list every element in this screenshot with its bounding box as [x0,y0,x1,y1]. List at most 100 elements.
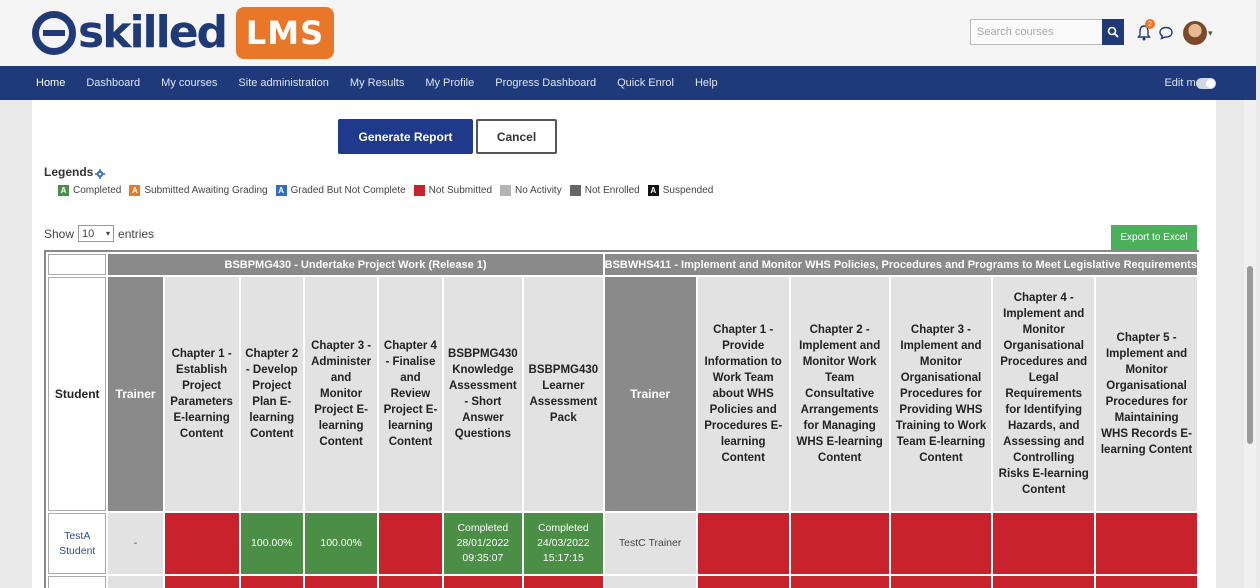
status-cell[interactable] [697,576,789,588]
nav-site-administration[interactable]: Site administration [238,77,329,89]
trainer-column-header[interactable]: Trainer [604,277,696,511]
report-table: BSBPMG430 - Undertake Project Work (Rele… [46,252,1199,588]
status-cell-not-submitted[interactable] [790,513,889,574]
chevron-down-icon: ▾ [106,229,111,238]
eskilled-logo[interactable]: skilled LMS [32,6,335,60]
legend-item: Not Submitted [413,185,493,196]
report-table-wrapper[interactable]: BSBPMG430 - Undertake Project Work (Rele… [44,250,1199,588]
generate-report-button[interactable]: Generate Report [338,119,473,154]
status-cell-completed[interactable]: 100.00% [304,513,378,574]
trainer-cell [604,576,696,588]
nav-dashboard[interactable]: Dashboard [86,77,140,89]
student-column-header[interactable]: Student [48,277,107,511]
course-header-row: BSBPMG430 - Undertake Project Work (Rele… [48,254,1197,275]
course-header-bsbwhs411: BSBWHS411 - Implement and Monitor WHS Po… [604,254,1197,275]
column-header-row: Student Trainer Chapter 1 - Establish Pr… [48,277,1197,511]
main-navbar: Home Dashboard My courses Site administr… [0,66,1256,100]
entries-select[interactable]: 10 ▾ [78,225,115,242]
legend-label: Submitted Awaiting Grading [144,185,268,196]
status-cell-not-submitted[interactable] [890,513,992,574]
status-cell-not-submitted[interactable] [993,513,1095,574]
status-cell-not-submitted[interactable] [697,513,789,574]
column-header[interactable]: Chapter 3 - Implement and Monitor Organi… [890,277,992,511]
legend-swatch: A [129,185,141,196]
edit-mode-toggle[interactable] [1196,78,1216,89]
logo-text: skilled [78,7,228,58]
legend-label: Not Enrolled [584,185,640,196]
status-cell-not-submitted[interactable] [379,513,442,574]
chevron-down-icon[interactable]: ▾ [1208,28,1213,39]
legend-item: A Submitted Awaiting Grading [129,185,268,196]
legend-item: A Graded But Not Complete [275,185,406,196]
trainer-column-header[interactable]: Trainer [108,277,163,511]
legend-swatch [569,185,581,196]
status-cell[interactable] [890,576,992,588]
column-header[interactable]: Chapter 4 - Implement and Monitor Organi… [993,277,1095,511]
status-cell[interactable] [1096,576,1197,588]
status-cell[interactable] [304,576,378,588]
column-header[interactable]: Chapter 3 - Administer and Monitor Proje… [304,277,378,511]
blank-header-cell [48,254,107,275]
status-cell[interactable] [164,576,239,588]
legend-item: A Suspended [647,185,714,196]
status-cell-completed[interactable]: Completed 28/01/2022 09:35:07 [443,513,523,574]
legend-swatch: A [647,185,659,196]
legend-swatch [413,185,425,196]
status-cell[interactable] [790,576,889,588]
column-header[interactable]: Chapter 2 - Develop Project Plan E-learn… [240,277,303,511]
nav-quick-enrol[interactable]: Quick Enrol [617,77,674,89]
user-avatar[interactable] [1183,21,1207,45]
legends-title: Legends [44,165,94,179]
status-cell[interactable] [240,576,303,588]
notification-badge: 2 [1145,19,1155,29]
column-header[interactable]: Chapter 2 - Implement and Monitor Work T… [790,277,889,511]
legend-label: Suspended [662,185,714,196]
chat-icon[interactable] [1158,25,1174,41]
top-header: skilled LMS Search courses 2 ▾ [0,0,1256,66]
status-cell[interactable] [524,576,603,588]
nav-my-results[interactable]: My Results [350,77,404,89]
entries-value: 10 [82,227,95,240]
status-cell-not-submitted[interactable] [164,513,239,574]
legend-label: Completed [73,185,122,196]
legend-item: No Activity [500,185,562,196]
status-cell-completed[interactable]: 100.00% [240,513,303,574]
status-cell-completed[interactable]: Completed 24/03/2022 15:17:15 [524,513,603,574]
column-header[interactable]: Chapter 4 - Finalise and Review Project … [379,277,442,511]
nav-home[interactable]: Home [36,77,65,89]
trainer-cell: TestC Trainer [604,513,696,574]
export-excel-button[interactable]: Export to Excel [1111,225,1197,250]
table-row [48,576,1197,588]
search-input[interactable]: Search courses [970,19,1102,45]
nav-progress-dashboard[interactable]: Progress Dashboard [495,77,596,89]
trainer-cell [108,576,163,588]
column-header[interactable]: Chapter 5 - Implement and Monitor Organi… [1096,277,1197,511]
student-name-cell[interactable]: TestA Student [48,513,107,574]
gear-icon[interactable] [95,169,105,179]
nav-my-courses[interactable]: My courses [161,77,217,89]
logo-lms-badge: LMS [236,7,335,59]
student-name-cell[interactable] [48,576,107,588]
nav-help[interactable]: Help [695,77,718,89]
legend-swatch: A [58,185,69,196]
show-label: Show [44,226,75,241]
page-scrollbar-thumb[interactable] [1247,266,1253,444]
status-cell-not-submitted[interactable] [1096,513,1197,574]
status-cell[interactable] [993,576,1095,588]
legend-label: Not Submitted [428,185,493,196]
search-button[interactable] [1102,19,1124,45]
column-header[interactable]: Chapter 1 - Establish Project Parameters… [164,277,239,511]
logo-e-mark [32,11,76,55]
nav-my-profile[interactable]: My Profile [425,77,474,89]
status-cell[interactable] [379,576,442,588]
column-header[interactable]: BSBPMG430 Learner Assessment Pack [524,277,603,511]
search-icon [1107,26,1119,38]
cancel-button[interactable]: Cancel [476,119,557,154]
column-header[interactable]: BSBPMG430 Knowledge Assessment - Short A… [443,277,523,511]
status-cell[interactable] [443,576,523,588]
legend-swatch [500,185,512,196]
legend-list: A Completed A Submitted Awaiting Grading A Gr… [58,185,721,196]
show-entries-control: Show 10 ▾ entries [44,225,154,242]
legend-label: No Activity [515,185,562,196]
column-header[interactable]: Chapter 1 - Provide Information to Work … [697,277,789,511]
